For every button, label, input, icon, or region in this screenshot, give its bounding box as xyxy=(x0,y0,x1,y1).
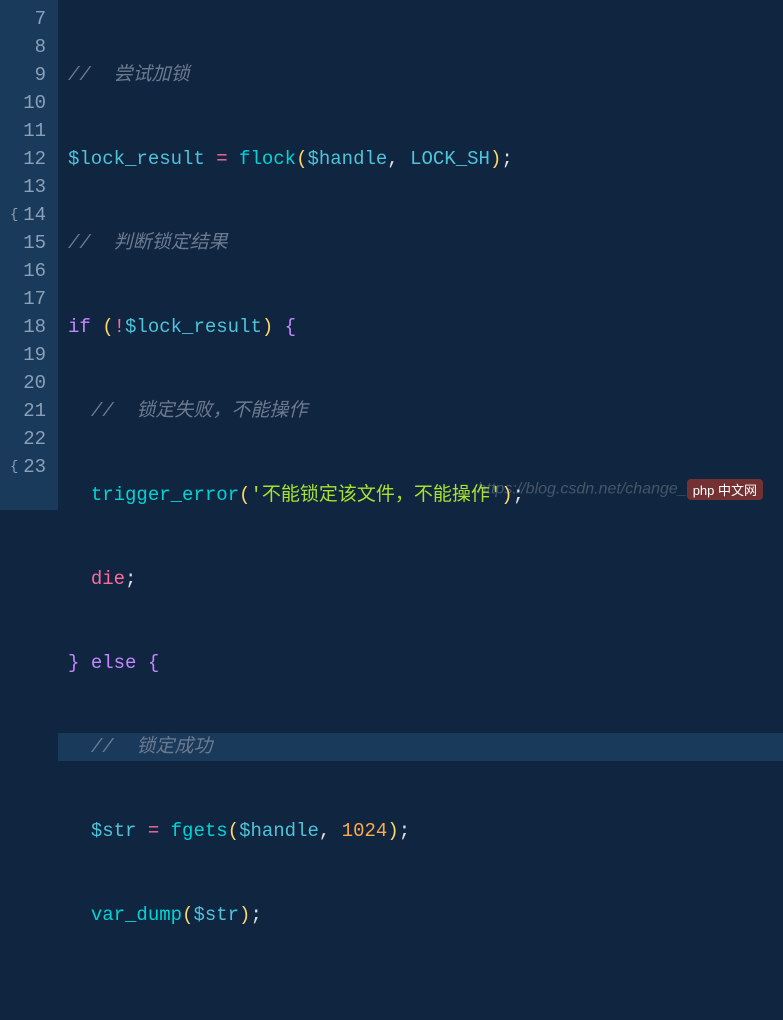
constant: LOCK_SH xyxy=(410,148,490,170)
watermark: https://blog.csdn.net/change_php 中文网 xyxy=(478,479,763,500)
line-number: 11 xyxy=(8,117,46,145)
variable: $lock_result xyxy=(125,316,262,338)
brace: } xyxy=(68,652,79,674)
comment-text: // 尝试加锁 xyxy=(68,64,190,86)
line-number: 13 xyxy=(8,173,46,201)
line-number: 18 xyxy=(8,313,46,341)
keyword: die xyxy=(91,568,125,590)
line-number: 15 xyxy=(8,229,46,257)
paren: ( xyxy=(102,316,113,338)
code-editor: 7 8 9 10 11 12 13 {14 15 16 17 18 19 20 … xyxy=(0,0,783,510)
line-number: 10 xyxy=(8,89,46,117)
comma: , xyxy=(387,148,410,170)
comma: , xyxy=(319,820,342,842)
line-number: {23 xyxy=(8,453,46,481)
code-line[interactable]: // 尝试加锁 xyxy=(68,61,783,89)
comment-text: // 锁定成功 xyxy=(91,736,213,758)
variable: $handle xyxy=(239,820,319,842)
watermark-url: https://blog.csdn.net/change_ xyxy=(478,481,687,498)
fold-marker-icon[interactable]: { xyxy=(10,201,18,229)
line-number: 7 xyxy=(8,5,46,33)
paren: ) xyxy=(239,904,250,926)
line-number: 16 xyxy=(8,257,46,285)
code-line[interactable]: if (!$lock_result) { xyxy=(68,313,783,341)
function-name: flock xyxy=(239,148,296,170)
code-line[interactable]: } else { xyxy=(68,649,783,677)
function-name: trigger_error xyxy=(91,484,239,506)
comment-text: // 判断锁定结果 xyxy=(68,232,228,254)
function-name: fgets xyxy=(171,820,228,842)
line-number: 19 xyxy=(8,341,46,369)
variable: $handle xyxy=(307,148,387,170)
variable: $str xyxy=(193,904,239,926)
paren: ( xyxy=(239,484,250,506)
code-line[interactable] xyxy=(68,985,783,1013)
brace: { xyxy=(285,316,296,338)
code-line[interactable]: $lock_result = flock($handle, LOCK_SH); xyxy=(68,145,783,173)
line-number: 8 xyxy=(8,33,46,61)
line-number: {14 xyxy=(8,201,46,229)
line-number: 17 xyxy=(8,285,46,313)
semicolon: ; xyxy=(250,904,261,926)
brace: { xyxy=(148,652,159,674)
code-line[interactable]: $str = fgets($handle, 1024); xyxy=(68,817,783,845)
line-number: 21 xyxy=(8,397,46,425)
code-line-highlighted[interactable]: // 锁定成功 xyxy=(58,733,783,761)
operator: = xyxy=(136,820,170,842)
line-number-gutter: 7 8 9 10 11 12 13 {14 15 16 17 18 19 20 … xyxy=(0,0,58,510)
semicolon: ; xyxy=(399,820,410,842)
line-number: 12 xyxy=(8,145,46,173)
function-name: var_dump xyxy=(91,904,182,926)
code-line[interactable]: die; xyxy=(68,565,783,593)
keyword: else xyxy=(91,652,137,674)
fold-marker-icon[interactable]: { xyxy=(10,453,18,481)
operator: ! xyxy=(114,316,125,338)
paren: ( xyxy=(228,820,239,842)
paren: ) xyxy=(490,148,501,170)
paren: ) xyxy=(262,316,273,338)
variable: $lock_result xyxy=(68,148,205,170)
operator: = xyxy=(205,148,239,170)
comment-text: // 锁定失败，不能操作 xyxy=(91,400,308,422)
line-number: 20 xyxy=(8,369,46,397)
variable: $str xyxy=(91,820,137,842)
semicolon: ; xyxy=(501,148,512,170)
code-line[interactable]: // 判断锁定结果 xyxy=(68,229,783,257)
string-literal: '不能锁定该文件，不能操作' xyxy=(250,484,501,506)
line-number: 22 xyxy=(8,425,46,453)
number-literal: 1024 xyxy=(342,820,388,842)
code-line[interactable]: // 锁定失败，不能操作 xyxy=(68,397,783,425)
keyword: if xyxy=(68,316,91,338)
paren: ( xyxy=(296,148,307,170)
code-area[interactable]: // 尝试加锁 $lock_result = flock($handle, LO… xyxy=(58,0,783,510)
paren: ) xyxy=(387,820,398,842)
line-number: 9 xyxy=(8,61,46,89)
paren: ( xyxy=(182,904,193,926)
watermark-badge: php 中文网 xyxy=(687,479,763,500)
code-line[interactable]: var_dump($str); xyxy=(68,901,783,929)
semicolon: ; xyxy=(125,568,136,590)
